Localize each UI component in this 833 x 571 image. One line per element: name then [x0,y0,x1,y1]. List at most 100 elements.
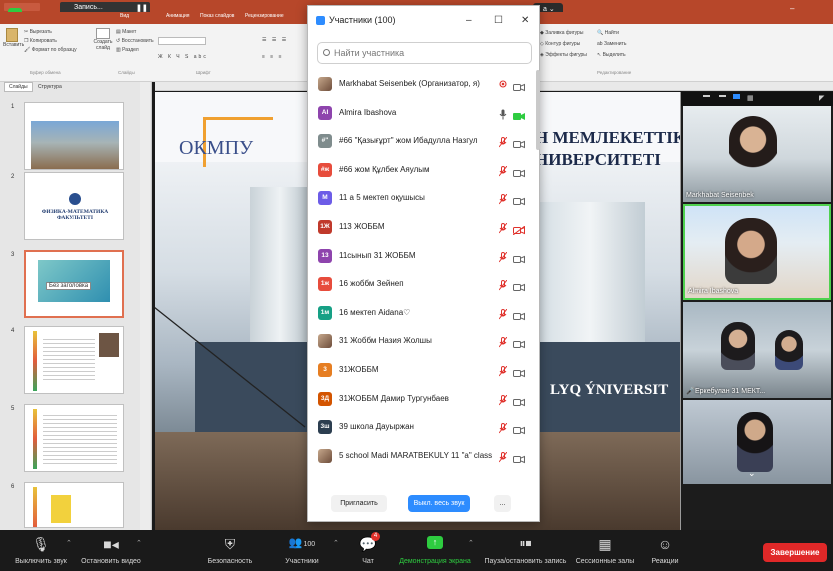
muted-microphone-icon[interactable] [498,307,508,320]
shape-outline-button[interactable]: ◇ Контур фигуры [540,41,580,47]
layout-button[interactable]: ▤ Макет [116,29,136,35]
shape-effects-button[interactable]: ◈ Эффекты фигуры [540,52,587,58]
microphone-icon[interactable] [499,107,507,120]
replace-button[interactable]: ab Заменить [597,41,626,47]
slide-thumbnail-4[interactable] [24,326,124,394]
participant-row[interactable]: 3 31ЖОББМ [308,356,541,385]
video-tile[interactable]: Markhabat Seisenbek [683,106,831,202]
video-tile[interactable]: Еркебулан 31 МЕКТ... 🎤 [683,302,831,398]
ribbon-tab[interactable]: Рецензирование [245,13,284,19]
muted-microphone-icon[interactable] [498,192,508,205]
chat-button[interactable]: 💬 4 Чат [345,530,391,571]
participant-search-input[interactable]: Найти участника [317,42,532,64]
video-off-icon[interactable] [513,251,525,263]
participant-row[interactable]: 3Д 31ЖОББМ Дамир Тургунбаев [308,385,541,414]
share-screen-button[interactable]: ↑ Демонстрация экрана [395,530,475,571]
participant-row[interactable]: 1ж 16 жоббм Зейнеп [308,270,541,299]
video-tile[interactable] [683,400,831,484]
participants-button[interactable]: 👥100 Участники [272,530,332,571]
font-name-box[interactable] [158,37,206,45]
slide-thumbnail-6[interactable] [24,482,124,528]
video-off-icon[interactable] [513,308,525,321]
reset-button[interactable]: ↺ Восстановить [116,38,154,44]
video-options-chevron-icon[interactable]: ⌃ [136,539,142,547]
format-painter-button[interactable]: 🖌 Формат по образцу [24,47,77,53]
participants-scrollbar[interactable] [536,70,540,150]
video-off-icon[interactable] [513,79,525,92]
video-off-icon[interactable] [513,165,525,178]
participant-row[interactable]: 3ш 39 школа Дауыржан [308,413,541,442]
cut-button[interactable]: ✂ Вырезать [24,29,52,35]
ribbon-tab[interactable]: Анимация [166,13,189,19]
participant-row[interactable]: AI Almira Ibashova [308,99,541,128]
find-button[interactable]: 🔍 Найти [597,30,619,36]
gallery-view-icon[interactable]: ▦ [747,94,754,102]
security-button[interactable]: ⛨ Безопасность [200,530,260,571]
slide-thumbnail-1[interactable] [24,102,124,170]
more-options-button[interactable]: ... [494,495,511,512]
paste-button[interactable]: Вставить [3,28,24,54]
minimize-video-icon[interactable] [703,95,710,97]
mute-button[interactable]: 🎙 Выключить звук [6,530,76,571]
breakout-rooms-button[interactable]: ▦ Сессионные залы [574,530,636,571]
video-off-icon[interactable] [513,336,525,349]
muted-microphone-icon[interactable] [498,450,508,463]
stop-video-button[interactable]: ■◂ Остановить видео [76,530,146,571]
slide-thumbnail-5[interactable] [24,404,124,472]
muted-microphone-icon[interactable] [498,393,508,405]
slides-panel-scrollbar[interactable] [140,82,150,530]
new-slide-button[interactable]: Создать слайд [92,28,114,58]
end-meeting-button[interactable]: Завершение [763,543,827,562]
video-off-icon[interactable] [513,193,525,206]
participant-row[interactable]: #" #66 "Қазығұрт" жом Ибадулла Назгул [308,127,541,156]
video-on-icon[interactable] [513,108,525,120]
participant-row[interactable]: 31 Жоббм Назия Жолшы [308,327,541,356]
video-off-icon[interactable] [513,279,525,292]
close-button[interactable]: ✕ [521,15,529,26]
select-button[interactable]: ↖ Выделить [597,52,626,58]
muted-microphone-icon[interactable] [498,135,508,148]
muted-microphone-icon[interactable] [498,421,508,434]
paragraph-buttons[interactable]: ☰ ☰ ☰ [262,37,288,43]
video-off-icon[interactable] [513,394,525,406]
audio-options-chevron-icon[interactable]: ⌃ [66,539,72,547]
tab-outline[interactable]: Структура [34,83,66,91]
pause-stop-recording-button[interactable]: ⏸⏹ Пауза/остановить запись [478,530,573,571]
share-options-chevron-icon[interactable]: ⌃ [468,539,474,547]
participant-row[interactable]: 1Ж 113 ЖОББМ [308,213,541,242]
video-off-icon[interactable] [513,365,525,378]
pause-icon[interactable]: ❚❚ [136,4,148,12]
shape-fill-button[interactable]: ◆ Заливка фигуры [540,30,583,36]
ribbon-tab[interactable]: Показ слайдов [200,13,234,19]
participant-row[interactable]: 5 school Madi MARATBEKULY 11 "a" class [308,442,541,471]
video-off-icon[interactable] [513,451,525,463]
expand-icon[interactable]: ◤ [819,94,824,102]
recording-indicator-icon[interactable] [499,78,507,89]
alignment-buttons[interactable]: ≡ ≡ ≡ [262,54,284,60]
participant-row[interactable]: 13 11сынып 31 ЖОББМ [308,242,541,271]
maximize-button[interactable]: ☐ [494,15,503,26]
mute-all-button[interactable]: Выкл. весь звук [408,495,470,512]
participant-row[interactable]: #ж #66 жом Құлбек Аяулым [308,156,541,185]
muted-microphone-icon[interactable] [498,278,508,291]
participant-row[interactable]: M 11 а 5 мектеп оқушысы [308,184,541,213]
scroll-down-chevron-icon[interactable]: ⌄ [748,468,756,479]
tab-slides[interactable]: Слайды [4,82,33,92]
reactions-button[interactable]: ☺ Реакции [640,530,690,571]
invite-button[interactable]: Пригласить [331,495,387,512]
video-off-icon[interactable] [513,422,525,435]
muted-microphone-icon[interactable] [498,364,508,377]
minimize-button[interactable]: – [466,15,472,26]
video-off-icon[interactable] [513,136,525,149]
slide-thumbnail-2[interactable]: ФИЗИКА-МАТЕМАТИКА ФАКУЛЬТЕТІ [24,172,124,240]
participants-options-chevron-icon[interactable]: ⌃ [333,539,339,547]
font-formatting-buttons[interactable]: Ж К Ч S abc [158,54,208,60]
muted-microphone-icon[interactable] [498,164,508,177]
copy-button[interactable]: ❐ Копировать [24,38,57,44]
muted-microphone-icon[interactable] [498,250,508,262]
active-speaker-view-icon[interactable] [733,94,740,99]
video-stopped-icon[interactable] [512,222,526,236]
participant-row[interactable]: Markhabat Seisenbek (Организатор, я) [308,70,541,99]
video-tile[interactable]: Almira Ibashova [683,204,831,300]
slide-thumbnail-3[interactable]: Без заголовка [24,250,124,318]
